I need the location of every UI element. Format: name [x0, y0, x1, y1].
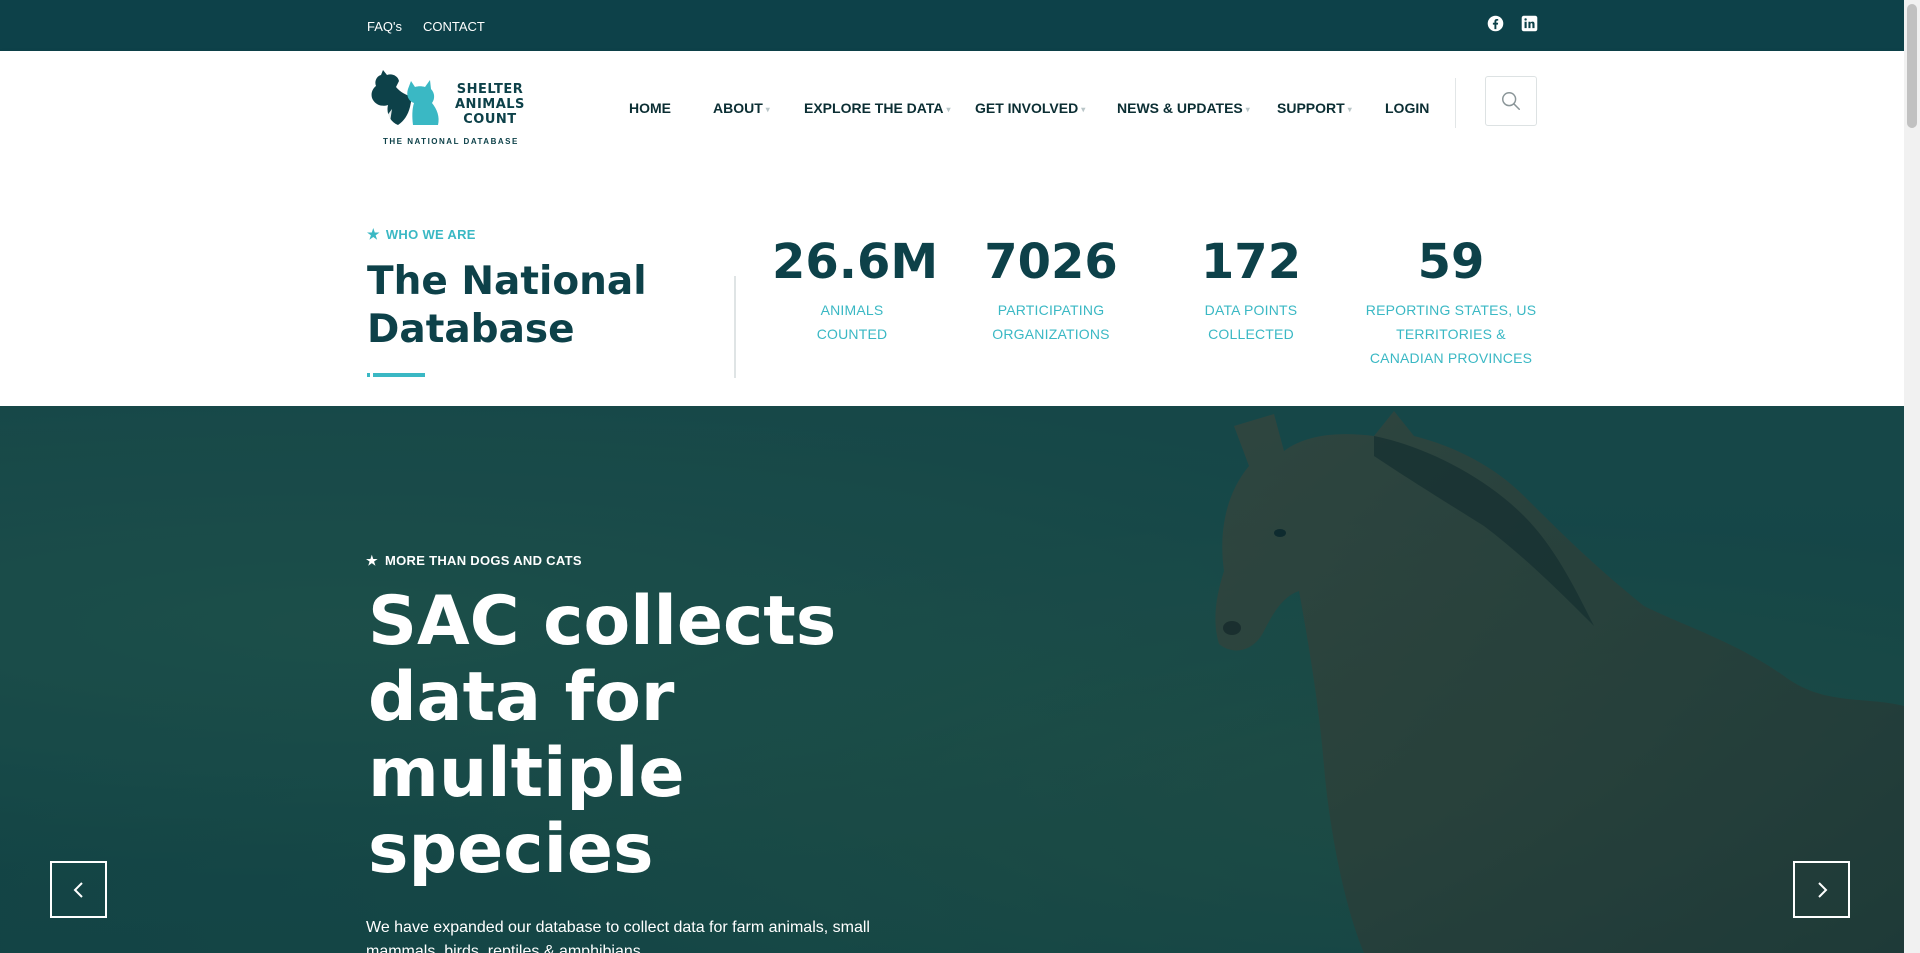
linkedin-icon[interactable]: [1521, 15, 1538, 32]
section-title: The National Database: [367, 259, 647, 352]
star-icon: ★: [367, 226, 380, 242]
stat-label-line: PARTICIPATING: [997, 302, 1105, 318]
stat-label: PARTICIPATING ORGANIZATIONS: [971, 298, 1131, 346]
stat-value: 172: [1200, 234, 1302, 290]
nav-support-label: SUPPORT: [1277, 100, 1345, 116]
nav-news-label: NEWS & UPDATES: [1117, 100, 1243, 116]
stat-label-line: ANIMALS: [820, 302, 884, 318]
nav-about-label: ABOUT: [713, 100, 763, 116]
stats-divider: [734, 276, 736, 378]
chevron-right-icon: [1818, 882, 1828, 898]
faqs-link[interactable]: FAQ's: [367, 19, 402, 34]
nav-explore-label: EXPLORE THE DATA: [804, 100, 944, 116]
nav-home[interactable]: HOME: [629, 100, 671, 116]
stat-value: 59: [1417, 234, 1485, 290]
page-scrollbar[interactable]: [1904, 0, 1920, 953]
stat-label-line: REPORTING STATES, US: [1365, 302, 1537, 318]
shelter-animals-count-logo[interactable]: SHELTER ANIMALS COUNT THE NATIONAL DATAB…: [368, 67, 526, 149]
logo-line-animals: ANIMALS: [455, 97, 525, 112]
nav-news-updates[interactable]: NEWS & UPDATES ▾: [1117, 100, 1250, 116]
star-icon: ★: [366, 553, 378, 568]
hero-eyebrow-label: MORE THAN DOGS AND CATS: [384, 553, 582, 568]
stat-label-line: TERRITORIES &: [1396, 326, 1506, 342]
title-underline: [367, 373, 425, 377]
nav-login-label: LOGIN: [1385, 100, 1430, 116]
chevron-down-icon: ▾: [1081, 104, 1086, 114]
nav-home-label: HOME: [629, 100, 671, 116]
contact-link[interactable]: CONTACT: [423, 19, 485, 34]
chevron-down-icon: ▾: [946, 104, 951, 114]
facebook-icon[interactable]: [1487, 15, 1504, 32]
nav-explore-the-data[interactable]: EXPLORE THE DATA ▾: [804, 100, 951, 116]
slider-next-button[interactable]: [1793, 861, 1850, 918]
main-header: SHELTER ANIMALS COUNT THE NATIONAL DATAB…: [0, 51, 1904, 166]
chevron-down-icon: ▾: [1245, 104, 1250, 114]
eyebrow-label: WHO WE ARE: [385, 227, 476, 242]
stat-value: 7026: [984, 234, 1118, 290]
stat-data-points-collected: 172 DATA POINTS COLLECTED: [1171, 234, 1331, 346]
stat-label-line: COUNTED: [816, 326, 888, 342]
top-utility-bar: FAQ's CONTACT: [0, 0, 1904, 51]
logo-line-shelter: SHELTER: [456, 82, 524, 97]
stat-label-line: COLLECTED: [1208, 326, 1294, 342]
stat-participating-organizations: 7026 PARTICIPATING ORGANIZATIONS: [971, 234, 1131, 346]
hero-eyebrow: ★ MORE THAN DOGS AND CATS: [366, 553, 582, 569]
nav-get-involved-label: GET INVOLVED: [975, 100, 1079, 116]
slider-prev-button[interactable]: [50, 861, 107, 918]
stat-label: DATA POINTS COLLECTED: [1171, 298, 1331, 346]
logo-wordmark: SHELTER ANIMALS COUNT: [455, 82, 525, 127]
stat-label-line: DATA POINTS: [1204, 302, 1298, 318]
stats-section: ★ WHO WE ARE The National Database 26.6M …: [0, 166, 1904, 406]
search-button[interactable]: [1485, 76, 1537, 126]
hero-overlay: [0, 406, 1904, 953]
hero-description: We have expanded our database to collect…: [366, 919, 870, 953]
nav-divider: [1455, 78, 1456, 128]
stat-reporting-states: 59 REPORTING STATES, US TERRITORIES & CA…: [1356, 234, 1546, 370]
hero-title: SAC collects data for multiple species: [368, 582, 837, 889]
stat-label-line: ORGANIZATIONS: [992, 326, 1110, 342]
nav-login[interactable]: LOGIN: [1385, 100, 1429, 116]
who-we-are-eyebrow: ★ WHO WE ARE: [367, 226, 476, 243]
chevron-down-icon: ▾: [765, 104, 770, 114]
logo-line-count: COUNT: [463, 112, 517, 127]
chevron-left-icon: [73, 882, 83, 898]
nav-support[interactable]: SUPPORT ▾: [1277, 100, 1352, 116]
scrollbar-thumb[interactable]: [1907, 4, 1917, 128]
title-underline-gap: [370, 373, 373, 377]
stat-animals-counted: 26.6M ANIMALS COUNTED: [772, 234, 939, 346]
nav-get-involved[interactable]: GET INVOLVED ▾: [975, 100, 1085, 116]
nav-about[interactable]: ABOUT ▾: [713, 100, 770, 116]
logo-tagline: THE NATIONAL DATABASE: [383, 137, 519, 146]
dog-cat-silhouette-icon: [371, 70, 439, 125]
chevron-down-icon: ▾: [1347, 104, 1352, 114]
search-icon: [1502, 92, 1520, 110]
hero-slider: ★ MORE THAN DOGS AND CATS SAC collects da…: [0, 406, 1904, 953]
stat-label: REPORTING STATES, US TERRITORIES & CANAD…: [1356, 298, 1546, 370]
stat-label-line: CANADIAN PROVINCES: [1369, 350, 1533, 366]
stat-value: 26.6M: [772, 234, 939, 290]
stat-label: ANIMALS COUNTED: [772, 298, 932, 346]
